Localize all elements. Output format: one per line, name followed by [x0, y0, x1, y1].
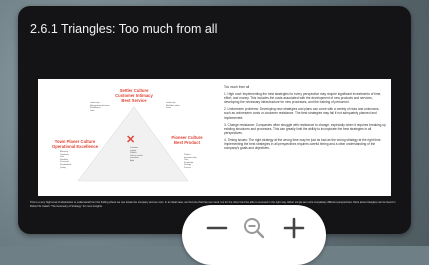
text-heading: Too much from all: [224, 85, 250, 89]
mini-list-left: Efficiency Timeliness Cost Flexibility Pro…: [60, 151, 72, 169]
zoom-in-button[interactable]: [281, 215, 307, 241]
slide-text-column: Too much from all 1. High cost: Implemen…: [224, 85, 386, 153]
zoom-controls: [182, 205, 326, 265]
mini-list-center: Customer Loyalty Product Time to market In…: [130, 147, 143, 162]
zoom-out-button[interactable]: [204, 215, 230, 241]
zoom-out-magnifier-icon: [244, 218, 265, 239]
label-settler-culture: Settler Culture Customer Intimacy Best S…: [115, 88, 153, 103]
text-point-2: 2. Unforeseen problems: Developing new s…: [224, 107, 380, 120]
slide-content-panel: Settler Culture Customer Intimacy Best S…: [38, 79, 391, 196]
mini-list-top-left: Leadership Management decisions Flexibili…: [90, 102, 110, 112]
mini-list-top-right: Leadership Workflow reform Fiscal: [166, 102, 180, 110]
mini-list-right: Product Innovative idea Time Knowledge Str…: [184, 154, 197, 169]
plus-icon: [283, 217, 305, 239]
label-pioneer-culture: Pioneer Culture Best Product: [171, 135, 203, 145]
zoom-reset-button[interactable]: [241, 215, 267, 241]
minus-icon: [206, 226, 228, 230]
text-point-1: 1. High cost: Implementing the best stra…: [224, 92, 382, 105]
center-cross-icon: ✕: [126, 134, 136, 146]
triangle-diagram: Settler Culture Customer Intimacy Best S…: [38, 79, 223, 196]
presentation-slide: 2.6.1 Triangles: Too much from all Settl…: [18, 6, 411, 234]
text-point-3: 3. Change resistance: Companies often st…: [224, 122, 386, 135]
label-town-planer-culture: Town Planer Culture Operational Excellen…: [51, 139, 99, 149]
slide-title: 2.6.1 Triangles: Too much from all: [30, 22, 218, 36]
text-point-4: 4. Timing issues: The right strategy at …: [224, 137, 382, 151]
